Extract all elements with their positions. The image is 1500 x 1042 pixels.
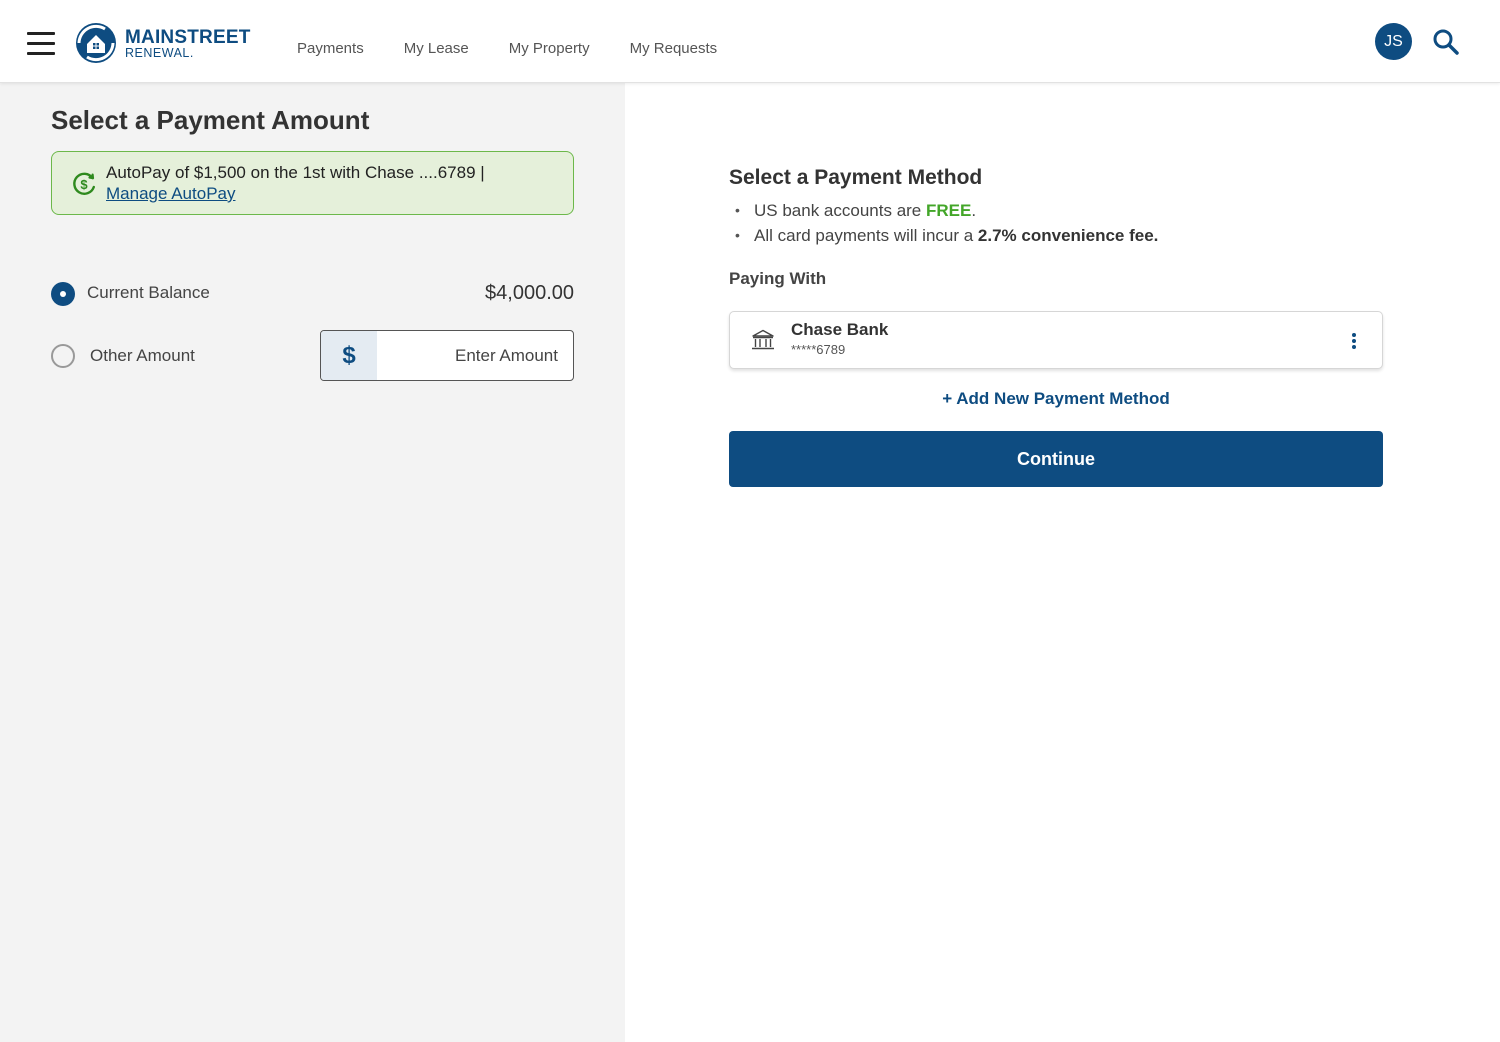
manage-autopay-link[interactable]: Manage AutoPay	[106, 183, 235, 204]
current-balance-value: $4,000.00	[485, 282, 574, 304]
payment-method-panel: Select a Payment Method US bank accounts…	[625, 83, 1500, 1042]
current-balance-label[interactable]: Current Balance	[87, 283, 210, 303]
autopay-description: AutoPay of $1,500 on the 1st with Chase …	[106, 163, 485, 182]
search-icon[interactable]	[1432, 28, 1460, 56]
nav-my-requests[interactable]: My Requests	[630, 40, 718, 57]
nav-my-property[interactable]: My Property	[509, 40, 590, 57]
autopay-banner: $ AutoPay of $1,500 on the 1st with Chas…	[51, 151, 574, 215]
bank-fee-text: US bank accounts are	[754, 201, 926, 220]
logo-subwordmark: RENEWAL.	[125, 46, 194, 60]
mainstreet-logo[interactable]: MAINSTREET RENEWAL.	[75, 22, 255, 66]
user-avatar[interactable]: JS	[1375, 23, 1412, 60]
paying-with-label: Paying With	[729, 269, 827, 288]
payment-amount-panel: Select a Payment Amount $ AutoPay of $1,…	[0, 83, 625, 1042]
other-amount-radio[interactable]	[51, 344, 75, 368]
autopay-dollar-icon: $	[73, 172, 95, 195]
continue-button[interactable]: Continue	[729, 431, 1383, 487]
current-balance-radio[interactable]	[51, 282, 75, 306]
card-fee-note: All card payments will incur a 2.7% conv…	[735, 223, 1158, 248]
hamburger-menu-icon[interactable]	[27, 32, 55, 56]
fee-info-list: US bank accounts are FREE. All card paym…	[735, 198, 1158, 248]
bank-fee-note: US bank accounts are FREE.	[735, 198, 1158, 223]
nav-my-lease[interactable]: My Lease	[404, 40, 469, 57]
fee-highlight: 2.7% convenience fee.	[977, 226, 1159, 245]
other-amount-field[interactable]: $	[320, 330, 574, 381]
amount-input[interactable]	[377, 331, 573, 380]
svg-text:$: $	[80, 177, 88, 192]
bank-account-number: *****6789	[791, 342, 846, 357]
currency-prefix: $	[321, 331, 377, 380]
main-nav: Payments My Lease My Property My Request…	[297, 40, 717, 57]
payment-method-card[interactable]: Chase Bank *****6789	[729, 311, 1383, 369]
nav-payments[interactable]: Payments	[297, 40, 364, 57]
other-amount-label[interactable]: Other Amount	[90, 346, 195, 366]
bank-icon	[752, 329, 774, 350]
bank-fee-period: .	[971, 201, 977, 220]
logo-house-icon	[76, 23, 116, 63]
more-options-icon[interactable]	[1349, 331, 1359, 351]
add-payment-method-link[interactable]: + Add New Payment Method	[729, 389, 1383, 409]
bank-name: Chase Bank	[791, 320, 889, 339]
free-highlight: FREE	[925, 201, 972, 220]
payment-amount-title: Select a Payment Amount	[51, 105, 370, 135]
card-fee-text: All card payments will incur a	[754, 226, 978, 245]
payment-method-title: Select a Payment Method	[729, 166, 983, 189]
top-header: MAINSTREET RENEWAL. Payments My Lease My…	[0, 0, 1500, 83]
